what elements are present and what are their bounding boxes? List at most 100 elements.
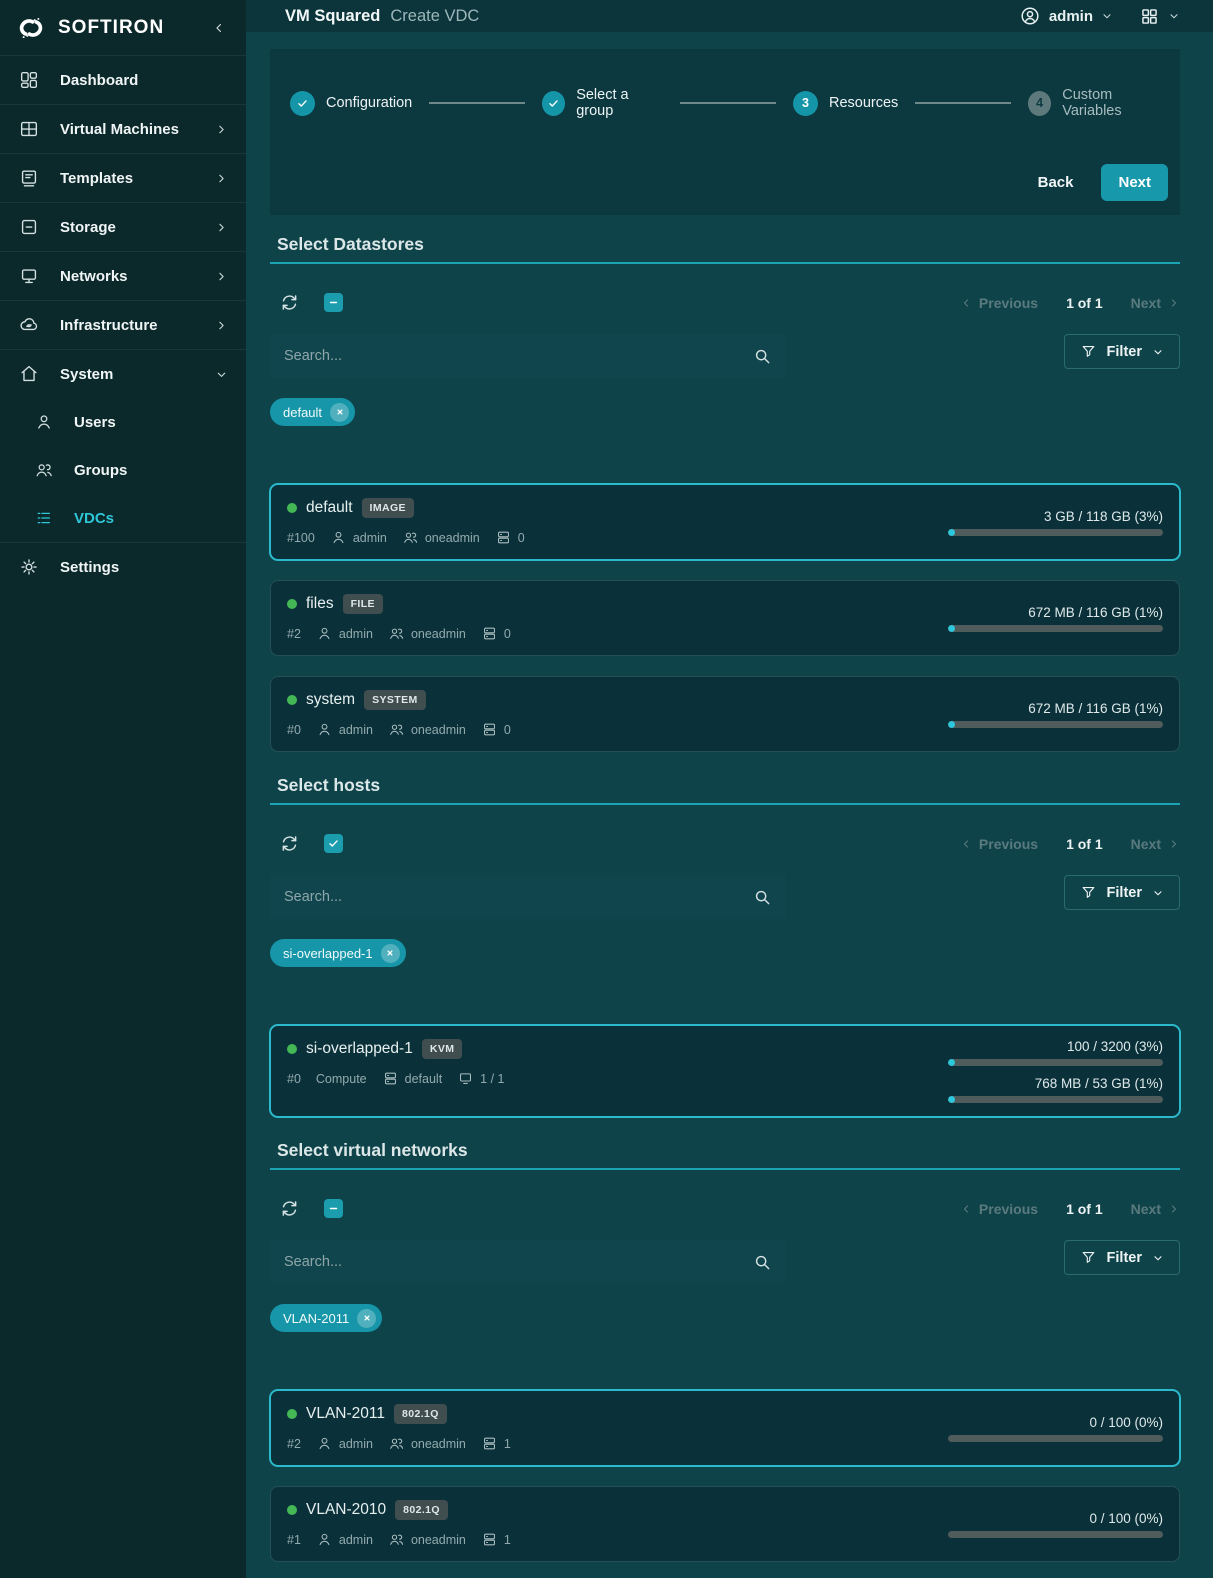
sidebar-item-users[interactable]: Users <box>0 398 246 446</box>
search-icon <box>752 346 772 366</box>
card-default[interactable]: defaultIMAGE#100adminoneadmin03 GB / 118… <box>270 484 1180 560</box>
softiron-logo-icon <box>14 11 48 45</box>
status-dot <box>287 1505 297 1515</box>
next-page-button[interactable]: Next <box>1131 295 1180 311</box>
step-check-icon <box>290 91 315 116</box>
storage-icon <box>18 216 40 238</box>
meta-item: 1 <box>481 1531 511 1548</box>
sidebar-item-vdcs[interactable]: VDCs <box>0 494 246 542</box>
type-badge: KVM <box>422 1039 463 1059</box>
card-name: VLAN-2010 <box>306 1501 386 1519</box>
card-vlan-2011[interactable]: VLAN-2011802.1Q#2adminoneadmin10 / 100 (… <box>270 1390 1180 1466</box>
step-number: 3 <box>793 91 818 116</box>
sidebar-item-system[interactable]: System <box>0 349 246 398</box>
chevron-right-icon <box>1168 1203 1180 1215</box>
templates-icon <box>18 167 40 189</box>
sidebar-item-networks[interactable]: Networks <box>0 251 246 300</box>
chevron-left-icon <box>960 838 972 850</box>
meta-item: #2 <box>287 627 301 641</box>
refresh-button[interactable] <box>279 292 300 313</box>
refresh-button[interactable] <box>279 1198 300 1219</box>
type-badge: 802.1Q <box>394 1404 447 1424</box>
filter-button[interactable]: Filter <box>1064 334 1180 369</box>
select-all-checkbox[interactable] <box>324 1199 343 1218</box>
previous-page-button[interactable]: Previous <box>960 295 1038 311</box>
chevron-right-icon <box>215 221 228 234</box>
wizard-step-resources[interactable]: 3Resources <box>793 91 898 116</box>
users-icon <box>402 529 419 546</box>
meta-item: oneadmin <box>388 625 466 642</box>
active-filter-chips: si-overlapped-1 <box>270 939 1180 967</box>
next-button[interactable]: Next <box>1101 164 1168 201</box>
funnel-icon <box>1080 1249 1097 1266</box>
usage-bar <box>948 721 1163 728</box>
filter-chip-default[interactable]: default <box>270 398 355 426</box>
card-system[interactable]: systemSYSTEM#0adminoneadmin0672 MB / 116… <box>270 676 1180 752</box>
meta-item: oneadmin <box>388 721 466 738</box>
refresh-icon <box>279 1198 300 1219</box>
meta-item: 1 / 1 <box>457 1070 504 1087</box>
status-dot <box>287 1044 297 1054</box>
search-input[interactable] <box>270 1240 786 1284</box>
card-files[interactable]: filesFILE#2adminoneadmin0672 MB / 116 GB… <box>270 580 1180 656</box>
apps-menu[interactable] <box>1139 6 1180 27</box>
wizard-step-select-a-group[interactable]: Select a group <box>542 87 663 119</box>
sidebar-item-dashboard[interactable]: Dashboard <box>0 55 246 104</box>
wizard-step-custom-variables[interactable]: 4Custom Variables <box>1028 87 1168 119</box>
filter-chip-si-overlapped-1[interactable]: si-overlapped-1 <box>270 939 406 967</box>
sidebar-item-templates[interactable]: Templates <box>0 153 246 202</box>
card-usage: 100 / 3200 (3%)768 MB / 53 GB (1%) <box>948 1039 1163 1103</box>
user-icon <box>316 1531 333 1548</box>
status-dot <box>287 599 297 609</box>
meta-item: 0 <box>481 721 511 738</box>
search-input[interactable] <box>270 875 786 919</box>
chevron-down-icon <box>1168 10 1180 22</box>
filter-chip-vlan-2011[interactable]: VLAN-2011 <box>270 1304 382 1332</box>
chip-remove-button[interactable] <box>330 403 349 422</box>
user-menu[interactable]: admin <box>1019 5 1113 27</box>
sidebar-item-infrastructure[interactable]: Infrastructure <box>0 300 246 349</box>
sidebar-item-storage[interactable]: Storage <box>0 202 246 251</box>
chip-remove-button[interactable] <box>381 944 400 963</box>
meta-item: #1 <box>287 1533 301 1547</box>
previous-page-button[interactable]: Previous <box>960 836 1038 852</box>
previous-page-button[interactable]: Previous <box>960 1201 1038 1217</box>
usage-bar <box>948 1096 1163 1103</box>
refresh-button[interactable] <box>279 833 300 854</box>
meta-item: oneadmin <box>402 529 480 546</box>
sidebar-item-settings[interactable]: Settings <box>0 542 246 591</box>
next-page-button[interactable]: Next <box>1131 836 1180 852</box>
sidebar-item-virtual-machines[interactable]: Virtual Machines <box>0 104 246 153</box>
page-title: VM Squared <box>285 7 380 26</box>
filter-button[interactable]: Filter <box>1064 1240 1180 1275</box>
meta-item: 0 <box>495 529 525 546</box>
select-all-checkbox[interactable] <box>324 834 343 853</box>
step-number: 4 <box>1028 91 1051 116</box>
sidebar-collapse-button[interactable] <box>210 19 228 37</box>
card-usage: 0 / 100 (0%) <box>948 1404 1163 1452</box>
filter-button[interactable]: Filter <box>1064 875 1180 910</box>
chip-remove-button[interactable] <box>357 1309 376 1328</box>
server-icon <box>481 625 498 642</box>
sections-container: Select DatastoresPrevious1 of 1NextFilte… <box>270 227 1180 1562</box>
card-name: system <box>306 691 355 709</box>
back-button[interactable]: Back <box>1020 165 1092 200</box>
meta-item: admin <box>316 625 373 642</box>
check-icon <box>327 837 340 850</box>
topbar: VM Squared Create VDC admin <box>246 0 1213 32</box>
card-si-overlapped-1[interactable]: si-overlapped-1KVM#0Computedefault1 / 11… <box>270 1025 1180 1117</box>
search-field <box>270 334 786 378</box>
sidebar-item-label: Groups <box>74 462 127 479</box>
section-select-datastores: Select DatastoresPrevious1 of 1NextFilte… <box>270 227 1180 752</box>
card-name: files <box>306 595 334 613</box>
sidebar-item-label: Templates <box>60 170 133 187</box>
wizard-step-configuration[interactable]: Configuration <box>290 91 412 116</box>
page-subtitle: Create VDC <box>390 7 479 26</box>
card-vlan-2010[interactable]: VLAN-2010802.1Q#1adminoneadmin10 / 100 (… <box>270 1486 1180 1562</box>
next-page-button[interactable]: Next <box>1131 1201 1180 1217</box>
type-badge: 802.1Q <box>395 1500 448 1520</box>
users-icon <box>388 625 405 642</box>
select-all-checkbox[interactable] <box>324 293 343 312</box>
sidebar-item-groups[interactable]: Groups <box>0 446 246 494</box>
search-input[interactable] <box>270 334 786 378</box>
